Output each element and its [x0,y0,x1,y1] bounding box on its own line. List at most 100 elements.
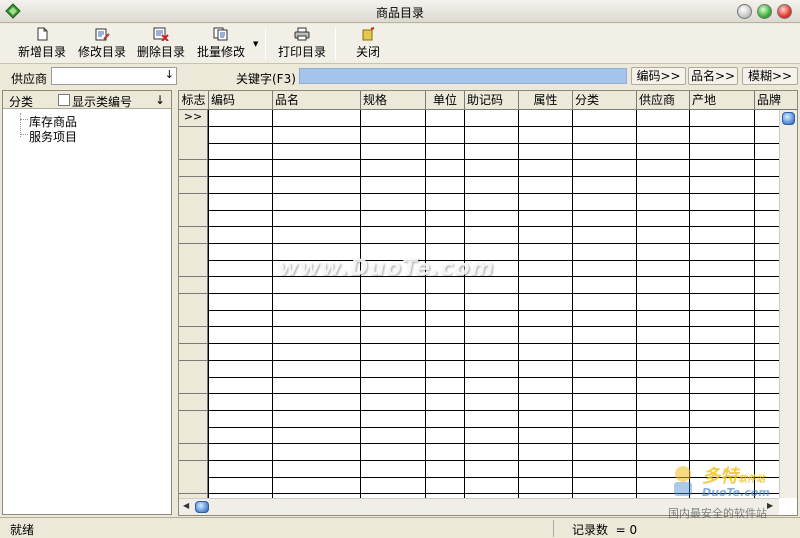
brand-name: 多特软件站 [702,462,765,488]
row-header[interactable] [179,244,208,261]
row-header[interactable] [179,294,208,311]
row-header[interactable] [179,427,208,444]
grid-row-line [208,243,779,244]
grid-column-line [425,110,426,498]
column-header-category[interactable]: 分类 [573,91,637,110]
row-header[interactable] [179,461,208,478]
supplier-label: 供应商 [11,72,48,86]
close-window-button[interactable] [777,4,792,19]
column-header-origin[interactable]: 产地 [690,91,755,110]
tree-connector [20,134,28,135]
row-header[interactable] [179,143,208,160]
row-header[interactable] [179,194,208,211]
show-code-label: 显示类编号 [72,95,133,109]
batch-edit-button[interactable]: 批量修改 [193,26,249,62]
column-header-brand[interactable]: 品牌 [755,91,797,110]
grid-column-line [754,110,755,498]
grid-row-line [208,210,779,211]
row-header[interactable] [179,477,208,494]
edit-document-icon [95,28,110,41]
sort-down-icon[interactable]: ↓ [155,93,165,107]
row-header[interactable] [179,394,208,411]
row-header[interactable] [179,260,208,277]
grid-row-line [208,460,779,461]
grid-body: >> [179,110,779,498]
row-header[interactable] [179,327,208,344]
column-header-flag[interactable]: 标志 [179,91,209,110]
row-header[interactable] [179,361,208,378]
maximize-button[interactable] [757,4,772,19]
keyword-label: 关键字(F3) [236,72,296,86]
grid-row-line [208,226,779,227]
grid-row-line [208,159,779,160]
search-by-name-button[interactable]: 品名>> [688,67,738,85]
batch-edit-icon [213,27,228,41]
category-panel-header: 分类 显示类编号 ↓ [3,91,171,109]
row-header[interactable] [179,160,208,177]
print-catalog-button[interactable]: 打印目录 [274,26,330,62]
row-header[interactable] [179,127,208,144]
new-catalog-label: 新增目录 [17,45,66,59]
category-header-label: 分类 [9,95,34,109]
row-header[interactable] [179,177,208,194]
grid-header: 标志 编码 品名 规格 单位 助记码 属性 分类 供应商 产地 品牌 [179,91,797,110]
supplier-select[interactable]: ↓ [51,67,177,85]
row-header[interactable] [179,377,208,394]
row-header[interactable] [179,310,208,327]
exit-door-icon [362,27,375,41]
vertical-scrollbar[interactable] [779,110,797,498]
horizontal-scroll-thumb[interactable] [195,501,209,513]
new-catalog-button[interactable]: 新增目录 [14,26,70,62]
column-header-name[interactable]: 品名 [273,91,361,110]
fuzzy-search-button[interactable]: 模糊>> [742,67,798,85]
column-header-code[interactable]: 编码 [209,91,273,110]
scroll-left-icon[interactable]: ◀ [183,501,189,510]
show-code-checkbox[interactable] [58,94,70,106]
brand-sub: 软件站 [738,475,766,485]
grid-row-line [208,126,779,127]
row-header[interactable] [179,227,208,244]
center-watermark: www.DuoTe.com [278,256,495,281]
tree-item-services[interactable]: 服务项目 [29,128,77,145]
grid-column-line [208,110,209,498]
grid-row-line [208,377,779,378]
search-by-code-button[interactable]: 编码>> [631,67,686,85]
chevron-down-icon[interactable]: ↓ [165,68,174,81]
vertical-scroll-thumb[interactable] [782,112,795,125]
corner-watermark: 多特软件站 DuoTe.com 国内最安全的软件站 [668,462,798,520]
minimize-button[interactable] [737,4,752,19]
status-separator [553,520,554,537]
grid-column-line [464,110,465,498]
brand-main: 多特 [702,466,738,487]
batch-edit-label: 批量修改 [196,45,245,59]
batch-edit-dropdown-icon[interactable]: ▼ [253,40,258,48]
grid-column-line [689,110,690,498]
row-header[interactable] [179,210,208,227]
row-header[interactable] [179,444,208,461]
title-bar: 商品目录 [0,0,800,23]
grid-column-line [272,110,273,498]
edit-catalog-button[interactable]: 修改目录 [74,26,130,62]
column-header-supplier[interactable]: 供应商 [637,91,690,110]
column-header-spec[interactable]: 规格 [361,91,426,110]
close-button[interactable]: 关闭 [344,26,392,62]
row-header[interactable] [179,344,208,361]
record-count-label: 记录数 [572,523,609,537]
delete-catalog-button[interactable]: 删除目录 [133,26,189,62]
record-count-value: = 0 [615,523,638,537]
delete-document-icon [153,27,169,41]
grid-column-line [572,110,573,498]
column-header-unit[interactable]: 单位 [426,91,465,110]
column-header-mnemonic[interactable]: 助记码 [465,91,519,110]
delete-catalog-label: 删除目录 [136,45,185,59]
row-header[interactable] [179,277,208,294]
column-header-attribute[interactable]: 属性 [519,91,573,110]
row-header[interactable] [179,411,208,428]
new-document-icon [37,27,48,41]
grid-row-line [208,310,779,311]
grid-row-line [208,343,779,344]
grid-row-line [208,326,779,327]
row-header[interactable]: >> [179,110,208,127]
edit-catalog-label: 修改目录 [77,45,126,59]
keyword-input[interactable] [299,68,627,84]
